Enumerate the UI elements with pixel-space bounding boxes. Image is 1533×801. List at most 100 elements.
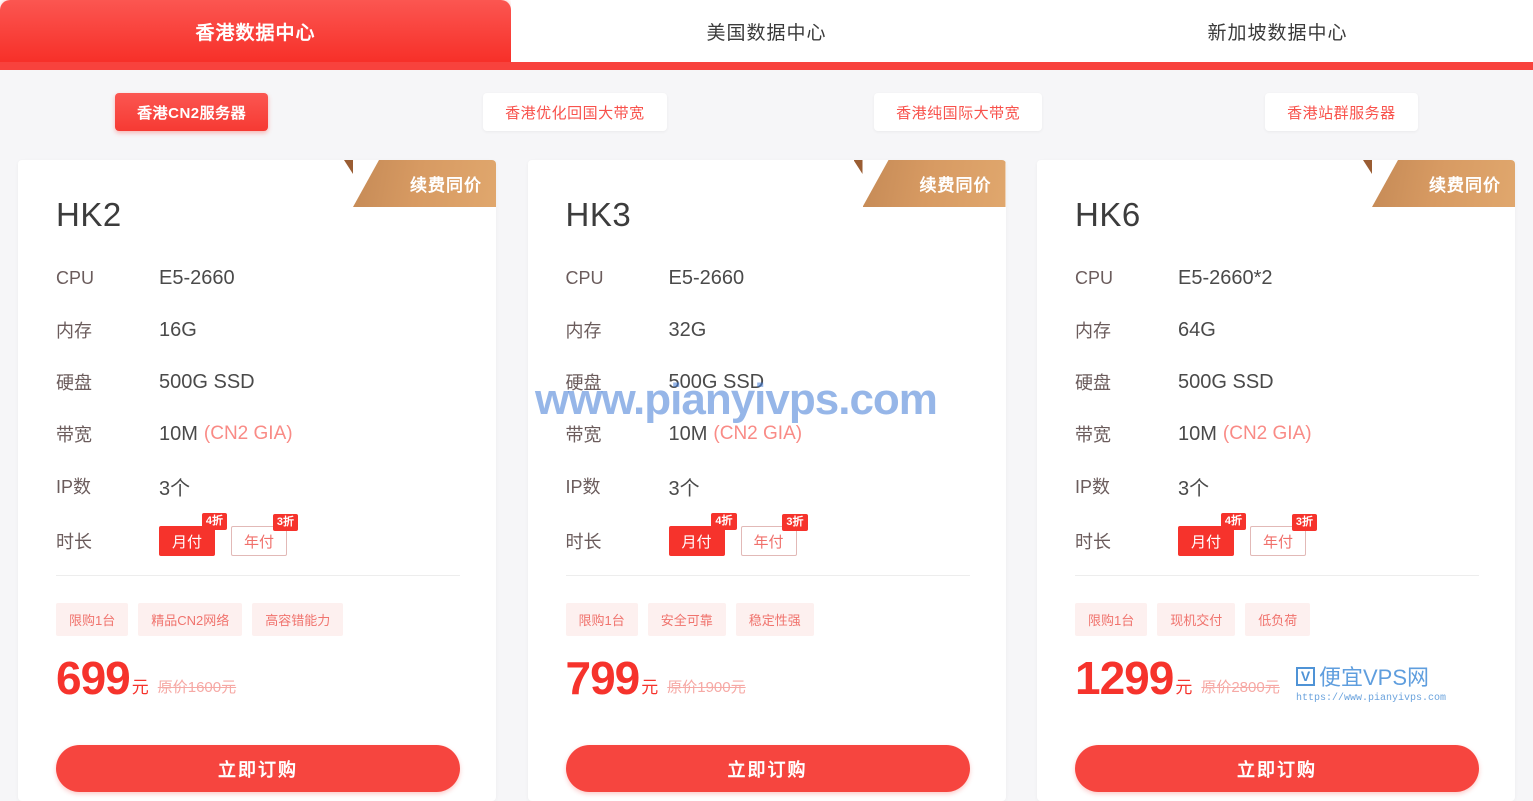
spec-value: 3个 <box>1178 477 1210 500</box>
spec-value: 500G SSD <box>1178 370 1274 393</box>
card-divider <box>1075 575 1479 576</box>
spec-value-note: (CN2 GIA) <box>713 423 803 444</box>
feature-tag: 高容错能力 <box>252 603 344 636</box>
price-block: 799 元 原价1900元 <box>566 655 746 701</box>
spec-key: IP数 <box>56 477 92 497</box>
spec-key: 硬盘 <box>1075 373 1111 393</box>
discount-badge: 3折 <box>272 514 298 531</box>
spec-value: E5-2660 <box>159 266 235 289</box>
spec-row-bandwidth: 带宽 10M (CN2 GIA) <box>566 408 974 460</box>
tab-label: 美国数据中心 <box>706 23 827 44</box>
duration-options: 月付 4折 年付 3折 <box>668 513 808 556</box>
plan-card[interactable]: 续费同价 HK3 CPU E5-2660 内存 32G 硬盘 500G SSD … <box>527 160 1006 801</box>
subtab-cn2-server[interactable]: 香港CN2服务器 <box>115 93 269 131</box>
plan-card[interactable]: 续费同价 HK6 CPU E5-2660*2 内存 64G 硬盘 500G SS… <box>1037 160 1515 801</box>
spec-value-note: (CN2 GIA) <box>203 423 293 444</box>
renewal-price-ribbon: 续费同价 <box>862 160 1006 207</box>
spec-value: 10M <box>1178 422 1217 445</box>
renewal-price-ribbon: 续费同价 <box>1372 160 1515 207</box>
plan-card[interactable]: 续费同价 HK2 CPU E5-2660 内存 16G 硬盘 500G SSD … <box>18 160 496 801</box>
spec-key: 内存 <box>1075 321 1111 341</box>
tab-usa[interactable]: 美国数据中心 <box>511 0 1022 63</box>
ribbon-notch <box>344 160 353 174</box>
subtab-label: 香港优化回国大带宽 <box>505 104 645 122</box>
discount-badge: 4折 <box>711 513 737 530</box>
original-price: 原价1600元 <box>157 679 237 696</box>
spec-row-bandwidth: 带宽 10M (CN2 GIA) <box>1075 408 1483 460</box>
tab-label: 新加坡数据中心 <box>1207 23 1348 44</box>
feature-tag-list: 限购1台 现机交付 低负荷 <box>1075 603 1311 636</box>
spec-key: CPU <box>565 267 604 288</box>
discount-badge: 4折 <box>201 513 227 530</box>
subtab-slot-0: 香港CN2服务器 <box>0 86 383 138</box>
duration-label: 年付 <box>753 533 784 551</box>
subtab-pure-international-bandwidth[interactable]: 香港纯国际大带宽 <box>874 93 1043 131</box>
spec-row-memory: 内存 16G <box>56 304 464 356</box>
spec-row-duration: 时长 月付 4折 年付 3折 <box>566 512 974 570</box>
spec-list: CPU E5-2660 内存 16G 硬盘 500G SSD 带宽 10M (C… <box>56 252 464 570</box>
spec-key: 硬盘 <box>565 373 602 393</box>
spec-key: CPU <box>56 267 95 288</box>
ribbon-label: 续费同价 <box>1429 176 1501 195</box>
order-button[interactable]: 立即订购 <box>565 745 970 792</box>
order-button[interactable]: 立即订购 <box>56 745 460 792</box>
duration-label: 年付 <box>243 533 274 551</box>
subtab-slot-3: 香港站群服务器 <box>1150 86 1533 138</box>
subtab-optimized-return-bandwidth[interactable]: 香港优化回国大带宽 <box>483 93 667 131</box>
duration-option-yearly[interactable]: 年付 3折 <box>740 514 808 556</box>
spec-value: 64G <box>1178 318 1216 341</box>
feature-tag: 限购1台 <box>56 603 129 636</box>
spec-value: E5-2660*2 <box>1178 266 1273 289</box>
spec-key: 硬盘 <box>56 373 92 393</box>
spec-key: 时长 <box>56 532 92 552</box>
discount-badge: 3折 <box>1291 514 1317 531</box>
subtab-label: 香港纯国际大带宽 <box>896 104 1021 122</box>
spec-key: 时长 <box>1075 532 1111 552</box>
duration-options: 月付 4折 年付 3折 <box>1178 513 1317 556</box>
spec-row-cpu: CPU E5-2660 <box>566 252 974 304</box>
spec-key: 带宽 <box>1075 425 1111 445</box>
duration-option-monthly[interactable]: 月付 4折 <box>159 513 227 556</box>
feature-tag-list: 限购1台 精品CN2网络 高容错能力 <box>56 603 344 636</box>
price-block: 1299 元 原价2800元 <box>1075 655 1280 701</box>
datacenter-tabbar: 香港数据中心 美国数据中心 新加坡数据中心 <box>0 0 1533 70</box>
duration-option-yearly[interactable]: 年付 3折 <box>231 514 298 556</box>
spec-key: IP数 <box>565 477 601 497</box>
tab-hongkong[interactable]: 香港数据中心 <box>0 0 511 63</box>
tab-singapore[interactable]: 新加坡数据中心 <box>1022 0 1533 63</box>
price-amount: 799 <box>565 652 641 704</box>
spec-row-duration: 时长 月付 4折 年付 3折 <box>1075 512 1483 570</box>
card-divider <box>565 575 970 576</box>
feature-tag: 现机交付 <box>1157 603 1236 636</box>
spec-value: 10M <box>668 422 708 445</box>
subtab-站群-server[interactable]: 香港站群服务器 <box>1265 93 1418 131</box>
spec-row-ip: IP数 3个 <box>1075 460 1483 512</box>
duration-option-monthly[interactable]: 月付 4折 <box>1178 513 1246 556</box>
price-block: 699 元 原价1600元 <box>56 655 236 701</box>
spec-row-disk: 硬盘 500G SSD <box>566 356 974 408</box>
duration-options: 月付 4折 年付 3折 <box>159 513 298 556</box>
spec-value: 3个 <box>668 477 700 500</box>
spec-value: 16G <box>159 318 197 341</box>
spec-key: 时长 <box>565 532 602 552</box>
spec-row-duration: 时长 月付 4折 年付 3折 <box>56 512 464 570</box>
price-amount: 699 <box>56 652 131 704</box>
order-button[interactable]: 立即订购 <box>1075 745 1479 792</box>
subtab-label: 香港站群服务器 <box>1287 104 1396 122</box>
original-price: 原价2800元 <box>1201 679 1280 696</box>
spec-row-ip: IP数 3个 <box>566 460 974 512</box>
duration-option-monthly[interactable]: 月付 4折 <box>668 513 737 556</box>
spec-key: 内存 <box>56 321 92 341</box>
spec-list: CPU E5-2660 内存 32G 硬盘 500G SSD 带宽 10M (C… <box>566 252 974 570</box>
plan-title: HK3 <box>565 196 632 233</box>
spec-key: 带宽 <box>56 425 92 445</box>
datacenter-tabs: 香港数据中心 美国数据中心 新加坡数据中心 <box>0 0 1533 63</box>
spec-key: 内存 <box>565 321 602 341</box>
feature-tag: 精品CN2网络 <box>138 603 243 636</box>
duration-option-yearly[interactable]: 年付 3折 <box>1250 514 1317 556</box>
spec-row-bandwidth: 带宽 10M (CN2 GIA) <box>56 408 464 460</box>
price-unit: 元 <box>131 678 149 697</box>
duration-label: 月付 <box>1190 533 1221 551</box>
duration-label: 月付 <box>171 533 202 551</box>
price-amount: 1299 <box>1075 652 1174 704</box>
